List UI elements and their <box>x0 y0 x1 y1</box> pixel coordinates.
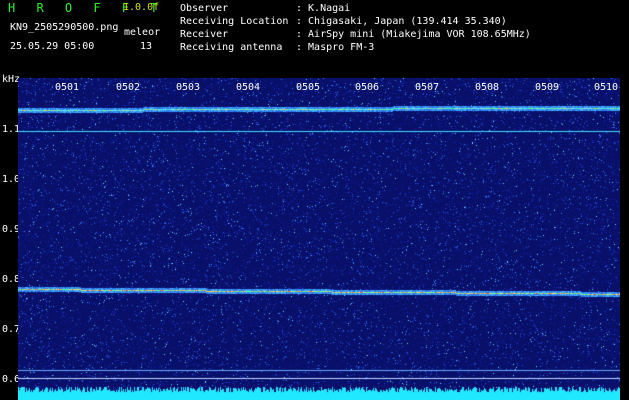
meta-value: : AirSpy mini (Miakejima VOR 108.65MHz) <box>296 29 531 40</box>
filename-label: KN9_2505290500.png <box>10 22 119 33</box>
header-panel: H R O F F T 1.0.0f KN9_2505290500.png me… <box>0 0 629 74</box>
meta-label: Receiver <box>180 29 229 40</box>
version-label: 1.0.0f <box>123 2 160 13</box>
meta-label: Receiving antenna <box>180 42 283 53</box>
time-label-0506: 0506 <box>355 82 380 93</box>
time-label-0509: 0509 <box>535 82 560 93</box>
observation-metadata: Observer : K.Nagai Receiving Location : … <box>180 2 531 54</box>
meta-value: : Chigasaki, Japan (139.414 35.340) <box>296 16 507 27</box>
waterfall-canvas <box>18 78 620 400</box>
meta-antenna: Receiving antenna : Maspro FM-3 <box>180 41 531 54</box>
meta-value: : Maspro FM-3 <box>296 42 375 53</box>
time-label-0502: 0502 <box>116 82 141 93</box>
time-label-0508: 0508 <box>475 82 500 93</box>
time-label-0505: 0505 <box>296 82 321 93</box>
meta-location: Receiving Location : Chigasaki, Japan (1… <box>180 15 531 28</box>
waterfall-spectrogram[interactable] <box>18 78 620 400</box>
time-label-0504: 0504 <box>236 82 261 93</box>
datetime-label: 25.05.29 05:00 <box>10 41 95 52</box>
meta-value: : K.Nagai <box>296 3 351 14</box>
time-label-0503: 0503 <box>176 82 201 93</box>
count-label: 13 <box>140 41 153 52</box>
meta-receiver: Receiver : AirSpy mini (Miakejima VOR 10… <box>180 28 531 41</box>
meta-label: Observer <box>180 3 229 14</box>
time-label-0510: 0510 <box>594 82 619 93</box>
meta-label: Receiving Location <box>180 16 289 27</box>
meta-observer: Observer : K.Nagai <box>180 2 531 15</box>
mode-label: meleor <box>124 27 161 38</box>
time-label-0501: 0501 <box>55 82 80 93</box>
time-label-0507: 0507 <box>415 82 440 93</box>
